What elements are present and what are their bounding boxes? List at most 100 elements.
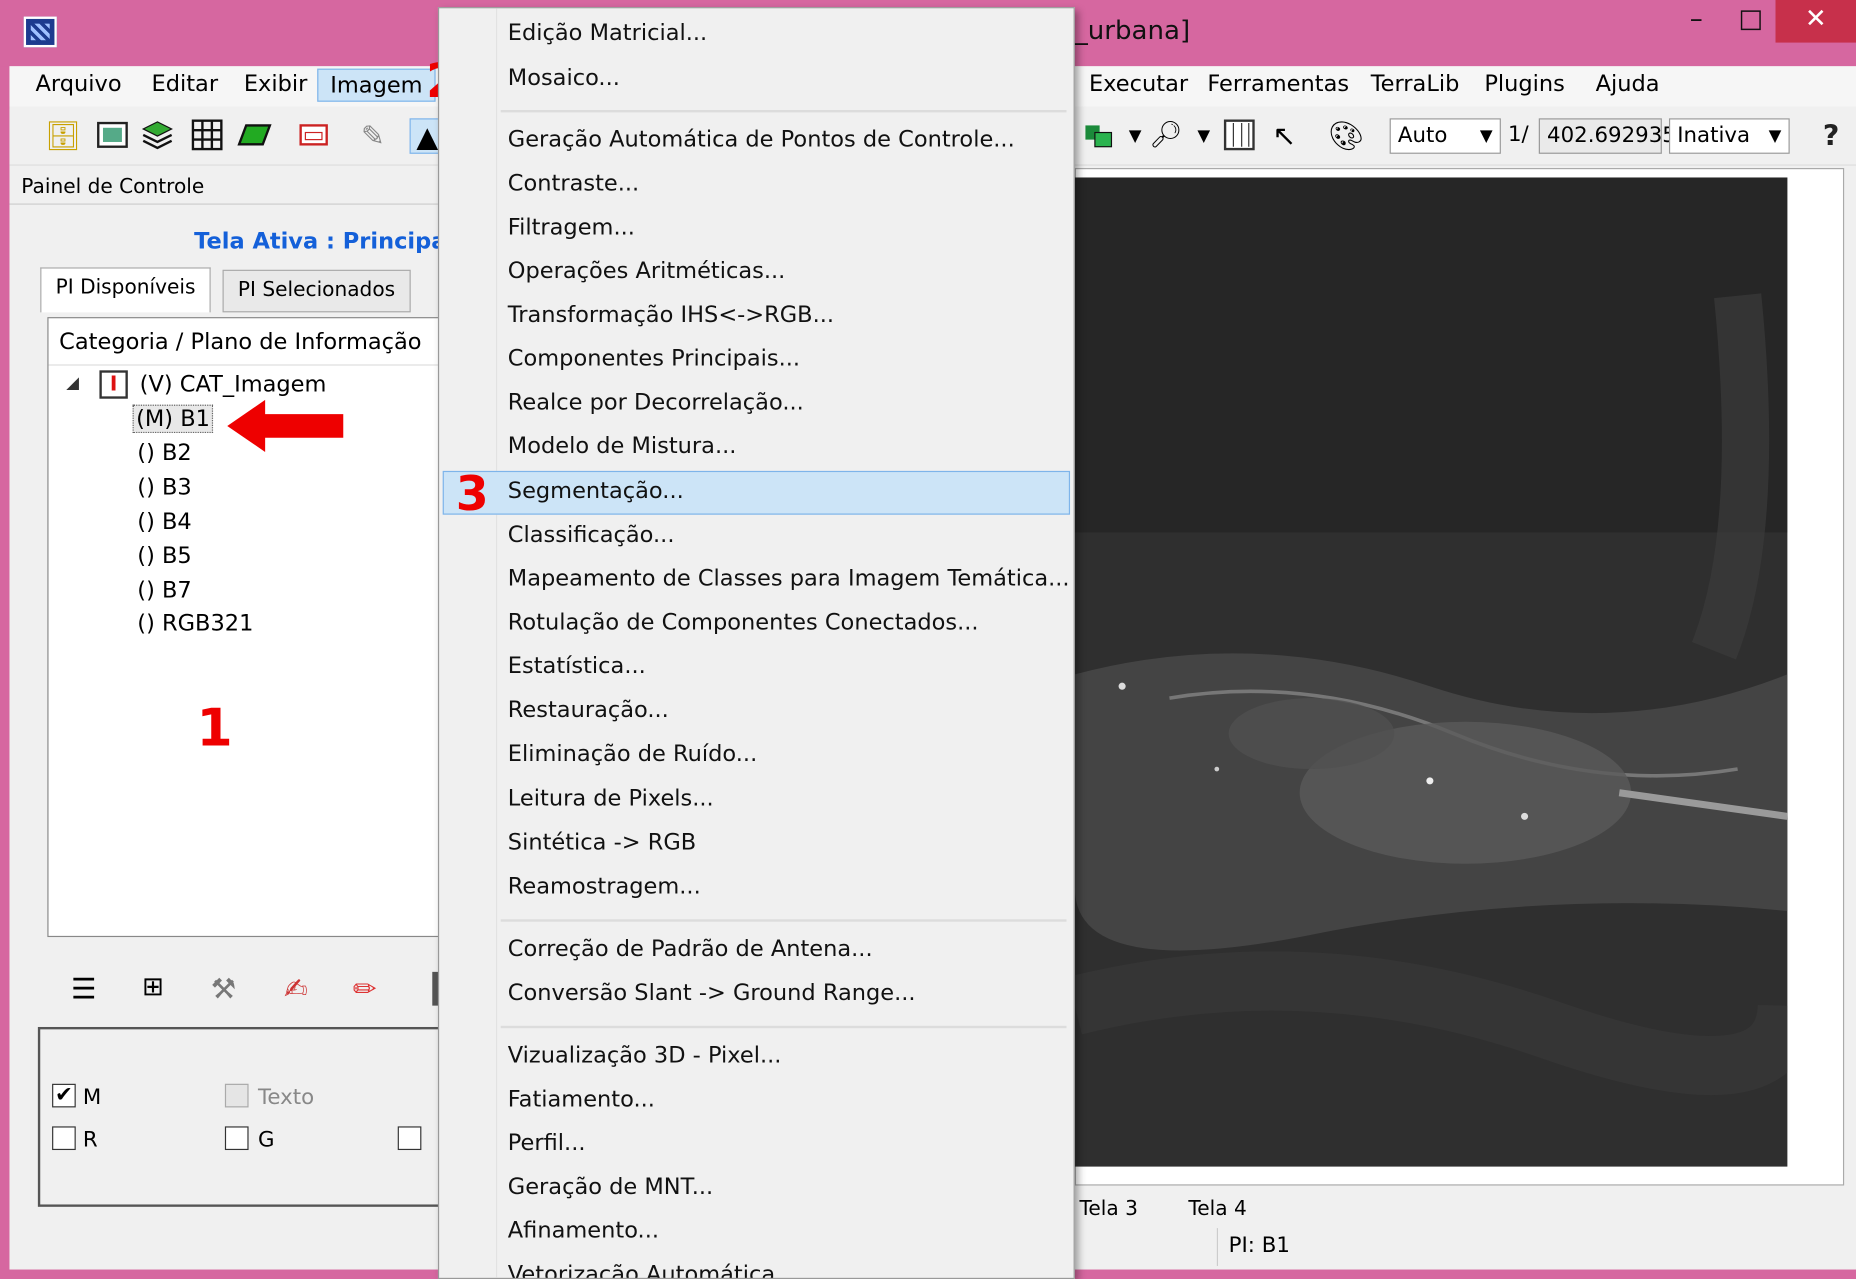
tab-tela-4[interactable]: Tela 4 (1188, 1197, 1246, 1221)
table-icon[interactable] (1222, 118, 1258, 153)
cursor-plus-icon[interactable]: ↖ (1267, 118, 1303, 153)
image-layer-icon[interactable] (95, 118, 131, 153)
menu-sintetica-rgb[interactable]: Sintética -> RGB (508, 829, 696, 855)
menu-separator (500, 1025, 1067, 1029)
menu-mapeamento-classes[interactable]: Mapeamento de Classes para Imagem Temáti… (508, 566, 1070, 592)
palette-icon[interactable]: 🎨︎ (1328, 118, 1364, 153)
close-icon[interactable]: ✕ (1775, 0, 1856, 43)
red-arrow-b1-icon (227, 399, 344, 452)
chevron-down-icon-2: ▼ (1768, 126, 1782, 146)
scale-prefix: 1/ (1507, 121, 1529, 147)
menu-estatistica[interactable]: Estatística... (508, 653, 646, 679)
tree-item-b2[interactable]: () B2 (137, 440, 191, 466)
control-panel-title: Painel de Controle (21, 175, 205, 199)
menu-rotulacao-componentes[interactable]: Rotulação de Componentes Conectados... (508, 609, 979, 635)
help-icon[interactable]: ? (1813, 118, 1849, 153)
checkbox-b[interactable] (397, 1126, 422, 1151)
menu-reamostragem[interactable]: Reamostragem... (508, 873, 701, 899)
menu-ajuda[interactable]: Ajuda (1584, 69, 1672, 100)
pencil-icon[interactable]: ✏ (353, 973, 377, 1006)
menu-ferramentas[interactable]: Ferramentas (1196, 69, 1361, 100)
menu-edicao-matricial[interactable]: Edição Matricial... (508, 20, 707, 46)
menu-realce-decorrelacao[interactable]: Realce por Decorrelação... (508, 389, 804, 415)
dropdown-arrow-icon-2[interactable]: ▼ (1186, 118, 1222, 153)
menu-arquivo[interactable]: Arquivo (24, 69, 134, 100)
menu-pontos-controle[interactable]: Geração Automática de Pontos de Controle… (508, 127, 1015, 153)
menu-vetorizacao-automatica[interactable]: Vetorização Automática (508, 1261, 775, 1278)
menu-classificacao[interactable]: Classificação... (508, 522, 675, 548)
chevron-down-icon: ▼ (1479, 126, 1493, 146)
menu-operacoes-aritmeticas[interactable]: Operações Aritméticas... (508, 258, 785, 284)
menu-separator (500, 919, 1067, 922)
green-chart-icon[interactable] (1082, 118, 1118, 153)
scale-input[interactable]: 402.692935 (1538, 118, 1676, 154)
tree-item-b7[interactable]: () B7 (137, 577, 191, 603)
divider (1216, 1228, 1218, 1266)
divider (9, 203, 438, 205)
menu-fatiamento[interactable]: Fatiamento... (508, 1086, 655, 1112)
divider (48, 364, 440, 366)
tree-item-rgb321[interactable]: () RGB321 (137, 611, 253, 637)
database-icon[interactable]: 🗄 (45, 118, 81, 153)
tree-item-b5[interactable]: () B5 (137, 543, 191, 569)
menu-gutter (495, 8, 498, 1278)
menu-filtragem[interactable]: Filtragem... (508, 214, 635, 240)
layers-icon[interactable] (140, 118, 176, 153)
polygon-icon[interactable] (237, 118, 273, 153)
checkbox-m[interactable]: ✔ (52, 1083, 76, 1108)
minimize-icon[interactable]: – (1669, 0, 1723, 43)
state-select-value: Inativa (1677, 123, 1751, 148)
checkbox-g[interactable] (224, 1126, 249, 1151)
menu-componentes-principais[interactable]: Componentes Principais... (508, 345, 800, 371)
menu-correcao-antena[interactable]: Correção de Padrão de Antena... (508, 936, 873, 962)
add-view-icon[interactable]: ⊞ (142, 973, 164, 1003)
tree-item-b1[interactable]: (M) B1 (132, 404, 214, 434)
menu-plugins[interactable]: Plugins (1472, 69, 1576, 100)
category-image-icon: I (99, 370, 128, 399)
satellite-image[interactable] (1074, 177, 1788, 1167)
checkbox-r[interactable] (52, 1126, 76, 1151)
menu-contraste[interactable]: Contraste... (508, 170, 639, 196)
window-icon[interactable] (296, 118, 332, 153)
status-text: PI: B1 (1228, 1232, 1290, 1258)
menu-perfil[interactable]: Perfil... (508, 1130, 586, 1156)
tree-item-b3[interactable]: () B3 (137, 474, 191, 500)
magic-icon[interactable]: ✎ (355, 118, 391, 153)
display-mode-group (37, 1026, 450, 1207)
checkbox-texto (224, 1083, 249, 1108)
edit-chart-icon[interactable]: ✍ (284, 973, 308, 1006)
menu-geracao-mnt[interactable]: Geração de MNT... (508, 1174, 713, 1200)
checkbox-m-label: M (82, 1084, 102, 1110)
menu-mosaico[interactable]: Mosaico... (508, 65, 620, 91)
zoom-icon[interactable]: 🔎︎ (1148, 118, 1184, 153)
maximize-icon[interactable]: □ (1723, 0, 1777, 43)
tools-icon[interactable]: ⚒ (211, 973, 236, 1006)
tab-pi-disponiveis[interactable]: PI Disponíveis (40, 267, 211, 313)
app-icon[interactable] (23, 16, 57, 48)
expand-triangle-icon[interactable]: ◢ (66, 374, 79, 393)
state-select[interactable]: Inativa ▼ (1668, 118, 1790, 154)
list-icon[interactable]: ☰ (71, 973, 96, 1006)
menu-editar[interactable]: Editar (140, 69, 230, 100)
menu-afinamento[interactable]: Afinamento... (508, 1217, 659, 1243)
menu-exibir[interactable]: Exibir (232, 69, 319, 100)
menu-visualizacao-3d[interactable]: Vizualização 3D - Pixel... (508, 1042, 782, 1068)
mode-select[interactable]: Auto ▼ (1389, 118, 1501, 154)
menu-terralib[interactable]: TerraLib (1359, 69, 1471, 100)
active-screen-label: Tela Ativa : Principal (194, 228, 455, 255)
tab-tela-3[interactable]: Tela 3 (1080, 1197, 1138, 1221)
menu-imagem[interactable]: Imagem (317, 68, 436, 102)
tree-item-b4[interactable]: () B4 (137, 509, 191, 535)
menu-eliminacao-ruido[interactable]: Eliminação de Ruído... (508, 741, 757, 767)
tree-category[interactable]: (V) CAT_Imagem (140, 372, 327, 398)
menu-restauracao[interactable]: Restauração... (508, 697, 669, 723)
menu-ihs-rgb[interactable]: Transformação IHS<->RGB... (508, 302, 834, 328)
annotation-number-3: 3 (455, 467, 489, 522)
menu-executar[interactable]: Executar (1077, 69, 1200, 100)
grid-icon[interactable] (189, 118, 225, 153)
tab-pi-selecionados[interactable]: PI Selecionados (222, 269, 411, 313)
menu-leitura-pixels[interactable]: Leitura de Pixels... (508, 786, 714, 812)
menu-modelo-mistura[interactable]: Modelo de Mistura... (508, 433, 737, 459)
menu-slant-ground[interactable]: Conversão Slant -> Ground Range... (508, 980, 916, 1006)
menu-segmentacao[interactable]: Segmentação... (508, 478, 684, 504)
